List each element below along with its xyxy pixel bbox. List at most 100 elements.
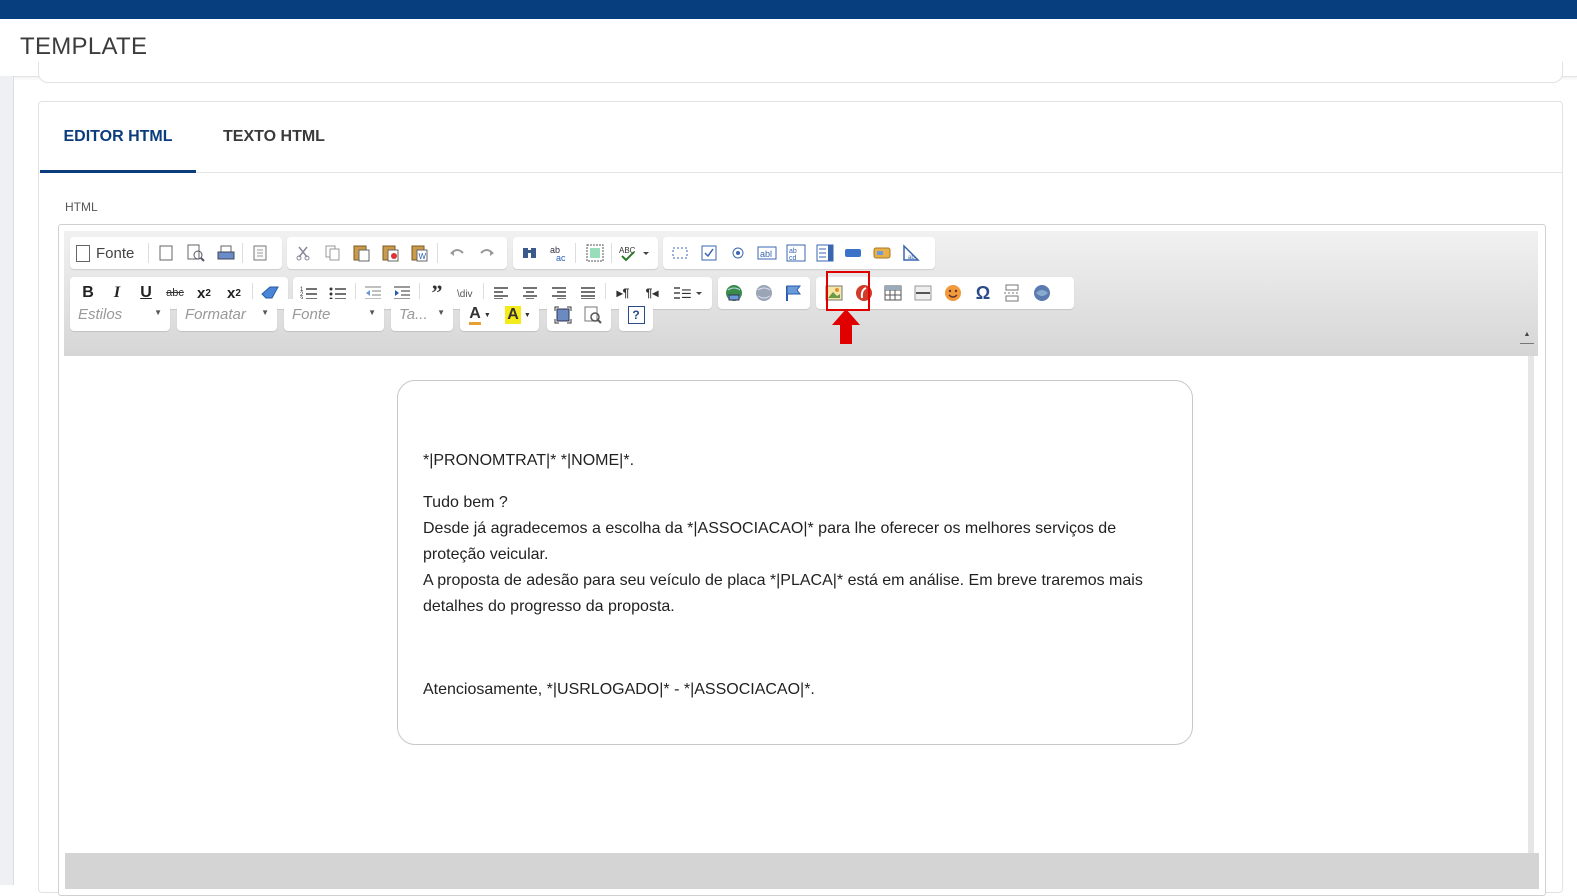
size-dropdown[interactable]: Ta... ▼ [391,299,453,331]
editor-content-area[interactable]: *|PRONOMTRAT|* *|NOME|*. Tudo bem ? Desd… [65,356,1525,853]
page-title: TEMPLATE [20,33,148,60]
svg-text:ac: ac [556,253,566,262]
source-icon [76,244,90,262]
svg-text:cd: cd [789,255,797,262]
page-break-icon[interactable] [1000,281,1024,305]
separator [242,243,243,263]
font-dropdown[interactable]: Fonte ▼ [284,299,384,331]
toolbar-group-links [718,277,810,309]
chevron-down-icon: ▼ [368,308,376,317]
toolbar-group-forms: abl ab cd ab [663,237,935,269]
preview-icon[interactable] [184,241,208,265]
source-label: Fonte [96,244,135,262]
radio-icon[interactable] [726,241,750,265]
separator [575,243,576,263]
svg-text:☰: ☰ [681,287,692,301]
unlink-icon[interactable] [752,281,776,305]
bg-color-icon: A [505,306,521,324]
toolbar-group-document: Fonte [70,237,282,269]
copy-icon[interactable] [321,241,345,265]
new-page-icon[interactable] [154,241,178,265]
textfield-icon[interactable]: abl [755,241,779,265]
maximize-icon[interactable] [551,303,575,327]
toolbar-group-editing: ab ac ABC [513,237,658,269]
help-icon: ? [627,306,645,324]
form-icon[interactable] [668,241,692,265]
text-color-icon: A [469,305,481,325]
show-blocks-icon[interactable] [581,303,605,327]
body-line-1: Tudo bem ? [423,494,508,511]
link-icon[interactable] [722,281,746,305]
editor-status-bar [65,853,1539,889]
body-line-3: A proposta de adesão para seu veículo de… [423,572,1143,615]
html-field-label: HTML [65,200,98,214]
horizontal-rule-icon[interactable] [911,281,935,305]
svg-text:W: W [419,252,427,261]
button-icon[interactable] [841,241,865,265]
styles-placeholder: Estilos [78,306,123,323]
collapse-toolbar-button[interactable]: ▲ [1520,331,1534,344]
imagebutton-icon[interactable] [870,241,894,265]
text-color-button[interactable]: A ▼ [464,303,496,327]
select-icon[interactable] [813,241,837,265]
top-bar [0,0,1577,19]
checkbox-icon[interactable] [697,241,721,265]
undo-icon[interactable] [445,241,469,265]
help-button[interactable]: ? [624,303,648,327]
chevron-down-icon: ▼ [261,308,269,317]
tab-bar: EDITOR HTML TEXTO HTML [39,102,1562,173]
language-icon[interactable]: ☰ [671,281,705,305]
toolbar-group-clipboard: W [287,237,507,269]
tab-editor-html[interactable]: EDITOR HTML [40,102,196,173]
toolbar-group-colors: A ▼ A ▼ [460,299,539,331]
source-button[interactable]: Fonte [76,241,134,265]
hiddenfield-icon[interactable]: ab [899,241,923,265]
paste-word-icon[interactable]: W [408,241,432,265]
cut-icon[interactable] [291,241,315,265]
separator [611,243,612,263]
toolbar-group-about: ? [619,299,653,331]
replace-icon[interactable]: ab ac [547,241,571,265]
chevron-down-icon: ▼ [154,308,162,317]
editor-card: EDITOR HTML TEXTO HTML HTML Fonte W ab a… [38,101,1563,896]
upper-card [38,62,1563,83]
templates-icon[interactable] [248,241,272,265]
size-placeholder: Ta... [399,306,428,323]
svg-text:ab: ab [908,255,915,261]
paste-icon[interactable] [350,241,374,265]
format-placeholder: Formatar [185,306,246,323]
spellcheck-icon[interactable]: ABC [617,241,651,265]
separator [437,243,438,263]
paste-text-icon[interactable] [379,241,403,265]
separator [148,243,149,263]
print-icon[interactable] [214,241,238,265]
email-template-box: *|PRONOMTRAT|* *|NOME|*. Tudo bem ? Desd… [397,380,1193,745]
anchor-icon[interactable] [781,281,805,305]
font-placeholder: Fonte [292,306,331,323]
editor-toolbar: Fonte W ab ac ABC abl ab cd ab B I U abc… [64,231,1538,356]
left-sidebar [0,76,14,885]
format-dropdown[interactable]: Formatar ▼ [177,299,277,331]
svg-text:ab: ab [789,248,797,255]
toolbar-group-tools [547,299,611,331]
iframe-icon[interactable] [1030,281,1054,305]
textarea-icon[interactable]: ab cd [784,241,808,265]
annotation-arrow-icon [832,309,860,344]
redo-icon[interactable] [475,241,499,265]
annotation-highlight-box [826,271,870,311]
closing-line: Atenciosamente, *|USRLOGADO|* - *|ASSOCI… [423,681,815,698]
smiley-icon[interactable] [941,281,965,305]
find-icon[interactable] [518,241,542,265]
editor-scrollbar[interactable] [1528,356,1534,853]
svg-text:abl: abl [760,249,772,259]
styles-dropdown[interactable]: Estilos ▼ [70,299,170,331]
body-line-2: Desde já agradecemos a escolha da *|ASSO… [423,520,1117,563]
select-all-icon[interactable] [583,241,607,265]
rich-text-editor: Fonte W ab ac ABC abl ab cd ab B I U abc… [58,224,1546,896]
greeting-line: *|PRONOMTRAT|* *|NOME|*. [423,452,635,469]
special-char-icon[interactable]: Ω [971,281,995,305]
chevron-down-icon: ▼ [437,308,445,317]
tab-texto-html[interactable]: TEXTO HTML [209,102,339,172]
bg-color-button[interactable]: A ▼ [502,303,534,327]
table-icon[interactable] [881,281,905,305]
